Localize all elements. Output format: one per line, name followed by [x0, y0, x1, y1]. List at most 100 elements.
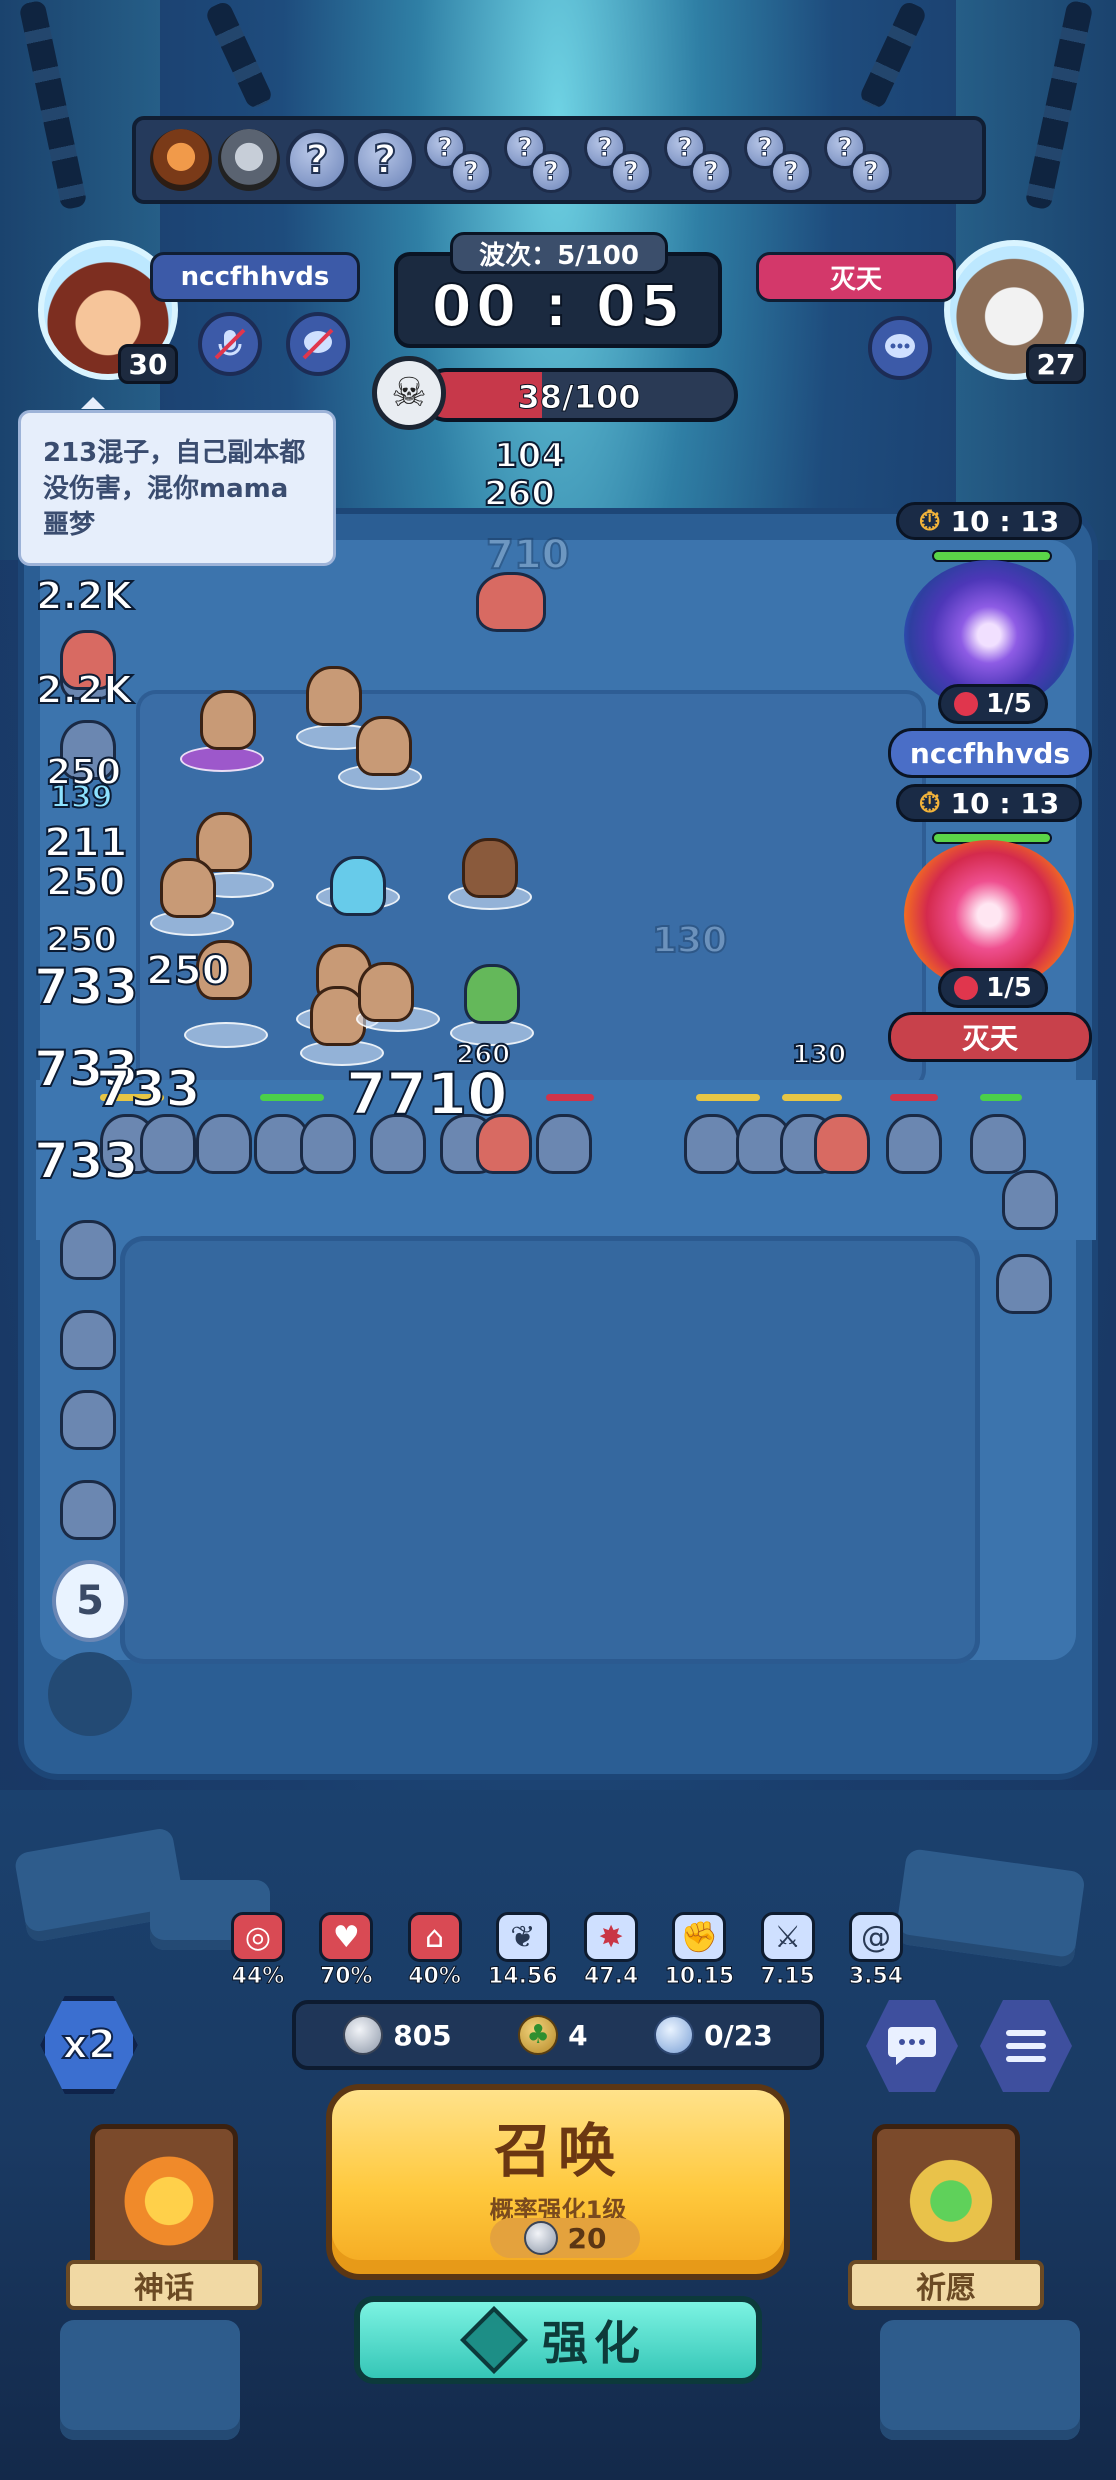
clover-currency: ♣ 4 [518, 2015, 588, 2055]
star-emblem-icon [121, 2153, 217, 2249]
wave-timer: 00 : 05 [430, 271, 685, 341]
unknown-hero-pair[interactable]: ?? [822, 125, 896, 195]
hero-unit[interactable] [200, 690, 256, 750]
enemy-unit [60, 1220, 116, 1280]
portal-timer: ⏱ 10 : 13 [896, 784, 1082, 822]
portal-owner-right: 灭天 [888, 1012, 1092, 1062]
silver-coin-icon [523, 2221, 558, 2255]
target-icon: ◎ [231, 1912, 285, 1962]
enemy-unit [60, 1310, 116, 1370]
stat-value: 70% [319, 1964, 373, 1990]
mute-chat-button[interactable] [286, 312, 350, 376]
portal-timer-text: 10 : 13 [950, 504, 1060, 538]
enhance-label: 强化 [542, 2316, 646, 2370]
enemy-hp [782, 1094, 842, 1101]
stopwatch-icon: ⏱ [918, 504, 941, 537]
wish-shrine [872, 2124, 1020, 2274]
stat-attack[interactable]: ✊ 10.15 [663, 1912, 735, 1992]
demon-icon [954, 692, 979, 716]
hamburger-menu-icon [1006, 2030, 1046, 2062]
stat-crit-rate[interactable]: ◎ 44% [222, 1912, 294, 1992]
unknown-hero-mark: ? [450, 151, 492, 193]
unknown-hero-slot[interactable]: ? [354, 129, 416, 191]
damage-number: 733 [95, 1059, 201, 1119]
gear-icon [48, 1652, 132, 1736]
hero-unit[interactable] [160, 858, 216, 918]
damage-number: 2.2K [35, 667, 134, 713]
hero-unit[interactable] [462, 838, 518, 898]
chat-message-bubble: 213混子，自己副本都没伤害，混你mama噩梦 [18, 397, 336, 566]
stopwatch-icon: ⏱ [918, 786, 941, 819]
damage-number: 2.2K [35, 573, 134, 619]
wish-button[interactable]: 祈愿 [848, 2124, 1044, 2324]
battlefield-lower-plateau [120, 1236, 980, 1664]
damage-number: 260 [455, 1039, 511, 1071]
upgrade-diamond-icon [460, 2306, 528, 2374]
blue-slime-unit[interactable] [330, 856, 386, 916]
swirl-icon: @ [848, 1912, 903, 1962]
portal-counter-text: 1/5 [986, 973, 1032, 1003]
damage-number: 139 [49, 779, 114, 816]
enemy-hp [546, 1094, 594, 1101]
portal-counter: 1/5 [938, 684, 1048, 724]
unknown-hero-mark: ? [850, 151, 892, 193]
hero-unit[interactable] [306, 666, 362, 726]
enhance-button[interactable]: 强化 [354, 2296, 762, 2384]
sword-icon: ⚔ [760, 1912, 815, 1962]
chat-icon [885, 334, 915, 358]
damage-number: 130 [651, 919, 728, 962]
fire-unit[interactable] [476, 572, 546, 632]
stat-defense[interactable]: ⌂ 40% [399, 1912, 471, 1992]
unknown-hero-mark: ? [530, 151, 572, 193]
damage-number: 130 [791, 1039, 847, 1071]
hero-portrait[interactable] [218, 129, 280, 191]
stat-swirl[interactable]: @ 3.54 [840, 1912, 912, 1992]
hero-unit[interactable] [356, 716, 412, 776]
unknown-hero-pair[interactable]: ?? [422, 125, 496, 195]
enemy-unit [886, 1114, 942, 1174]
unit-count-badge[interactable]: 5 [52, 1560, 128, 1642]
portal-counter: 1/5 [938, 968, 1048, 1008]
player-name-right: 灭天 [756, 252, 956, 302]
damage-number: 104 [493, 435, 566, 477]
heart-icon: ♥ [319, 1912, 374, 1962]
damage-number: 250 [45, 919, 118, 961]
summon-cost-value: 20 [567, 2221, 607, 2255]
clover-coin-icon [903, 2153, 999, 2249]
hero-portrait[interactable] [150, 129, 212, 191]
hero-unit[interactable] [358, 962, 414, 1022]
unknown-hero-slot[interactable]: ? [286, 129, 348, 191]
ghost-icon [654, 2015, 695, 2055]
mute-mic-button[interactable] [198, 312, 262, 376]
enemy-hp [696, 1094, 760, 1101]
chat-off-icon [302, 328, 334, 360]
stat-speed[interactable]: ❦ 14.56 [487, 1912, 559, 1992]
unknown-hero-pair[interactable]: ?? [502, 125, 576, 195]
unknown-hero-pair[interactable]: ?? [662, 125, 736, 195]
stat-bar: ◎ 44% ♥ 70% ⌂ 40% ❦ 14.56 ✸ 47.4 ✊ 10.15… [222, 1912, 912, 1992]
silver-amount: 805 [393, 2018, 452, 2052]
portal-timer: ⏱ 10 : 13 [896, 502, 1082, 540]
stat-value: 3.54 [848, 1964, 904, 1990]
stat-burst[interactable]: ✸ 47.4 [575, 1912, 647, 1992]
stat-weapon[interactable]: ⚔ 7.15 [752, 1912, 824, 1992]
unknown-hero-pair[interactable]: ?? [582, 125, 656, 195]
chat-button[interactable] [868, 316, 932, 380]
enemy-unit [970, 1114, 1026, 1174]
player-level-right: 27 [1026, 344, 1086, 384]
stat-value: 14.56 [488, 1964, 559, 1990]
player-level-left: 30 [118, 344, 178, 384]
chat-icon [888, 2027, 936, 2065]
archer-unit[interactable] [464, 964, 520, 1024]
stat-hp[interactable]: ♥ 70% [310, 1912, 382, 1992]
enemy-hp [260, 1094, 324, 1101]
myth-button[interactable]: 神话 [66, 2124, 262, 2324]
wave-counter: 波次：5/100 [450, 232, 668, 274]
enemy-unit [536, 1114, 592, 1174]
damage-number: 260 [483, 473, 556, 515]
unknown-hero-pair[interactable]: ?? [742, 125, 816, 195]
summon-button[interactable]: 召唤 概率强化1级 20 [326, 2084, 790, 2280]
damage-number: 733 [33, 1131, 139, 1191]
wish-label: 祈愿 [848, 2260, 1044, 2310]
summon-title: 召唤 [493, 2117, 622, 2185]
